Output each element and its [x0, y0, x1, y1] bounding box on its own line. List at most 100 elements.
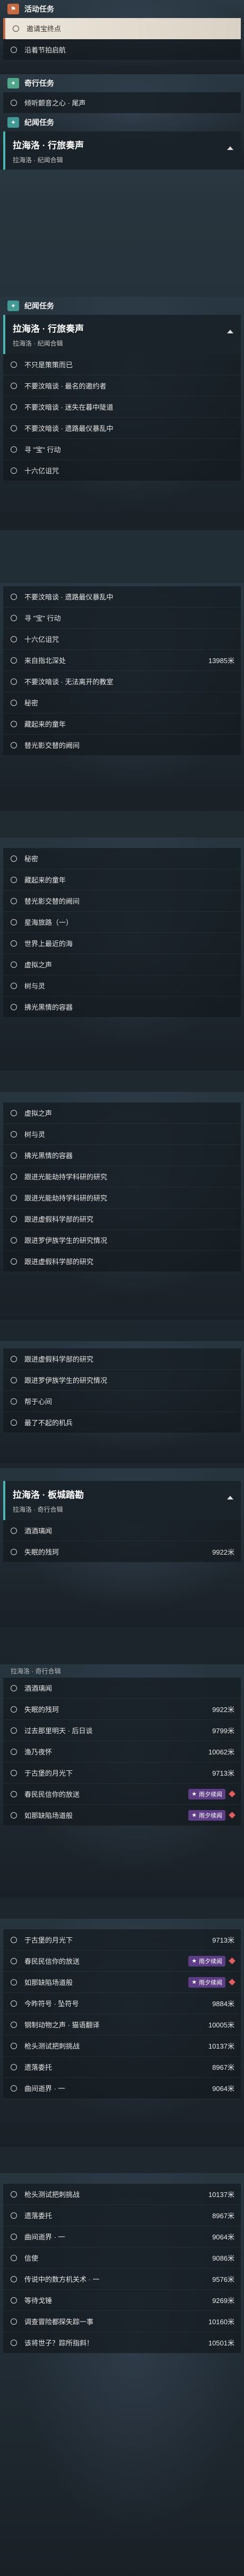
task-row[interactable]: 跟进虚假科学部的研究	[3, 1348, 241, 1370]
task-marker-icon	[11, 1173, 17, 1180]
task-row[interactable]: 如那缺陷场道般 ★ 雨夕续闻	[3, 1972, 241, 1993]
task-row[interactable]: 不要汶暗谈 · 迷失在暮中陡道	[3, 396, 241, 418]
task-row[interactable]: 不要汶暗谈 · 遗路最仪暴乱中	[3, 586, 241, 607]
task-row[interactable]: 遗落委托 8967米	[3, 2057, 241, 2078]
task-row[interactable]: 过去那里明天 · 后日谈 9799米	[3, 1720, 241, 1741]
task-row[interactable]: 沿着节拍启航	[3, 39, 241, 60]
task-row[interactable]: 秘密	[3, 848, 241, 869]
task-row[interactable]: 曲间逝界 · 一 9064米	[3, 2226, 241, 2247]
task-row[interactable]: 虚拟之声	[3, 954, 241, 975]
task-distance: 9713米	[212, 1769, 234, 1777]
task-row[interactable]: 渔乃夜怀 10062米	[3, 1741, 241, 1762]
task-row[interactable]: 来自指北深处 13985米	[3, 650, 241, 671]
quest-card[interactable]: 拉海洛 · 板城踏勘 拉海洛 · 奇行合辑	[3, 1481, 241, 1520]
task-row[interactable]: 钢制动物之声 · 猫语翻译 10005米	[3, 2014, 241, 2035]
collapse-caret-icon[interactable]	[227, 146, 233, 150]
task-row[interactable]: 遗落委托 8967米	[3, 2205, 241, 2226]
task-row[interactable]: 不要汶暗谈 · 遗路最仪暴乱中	[3, 418, 241, 439]
quest-card[interactable]: 拉海洛 · 行旅奏声 拉海洛 · 纪闻合辑	[3, 131, 241, 170]
section-header-fortune[interactable]: ✦ 奇行任务	[3, 74, 241, 92]
task-row[interactable]: 于古堡的月光下 9713米	[3, 1929, 241, 1951]
task-row[interactable]: 该将世子？踪所指斜！ 10501米	[3, 2332, 241, 2353]
task-row[interactable]: 酒酒璃闻	[3, 1678, 241, 1699]
section-header-chronicle[interactable]: ✦ 纪闻任务	[3, 297, 241, 315]
task-row[interactable]: 跟进虚假科学部的研究	[3, 1251, 241, 1272]
section-header-event[interactable]: ⚑ 活动任务	[3, 0, 241, 18]
task-row[interactable]: 世界上最近的海	[3, 933, 241, 954]
task-row[interactable]: 藏起来的童年	[3, 713, 241, 735]
task-label: 该将世子？踪所指斜！	[24, 2339, 94, 2347]
task-row[interactable]: 等待戈锤 9269米	[3, 2290, 241, 2311]
task-row[interactable]: 跟进罗伊族学生的研究情况	[3, 1230, 241, 1251]
task-row[interactable]: 如那缺陷场道般 ★ 雨夕续闻	[3, 1805, 241, 1826]
task-row[interactable]: 调查冒险都探失踪一事 10160米	[3, 2311, 241, 2332]
strip-1: ⚑ 活动任务 邀请宝终点 沿着节拍启航	[0, 0, 244, 74]
task-row[interactable]: 失眠的残珂 9922米	[3, 1699, 241, 1720]
task-list: 酒酒璃闻 失眠的残珂 9922米 过去那里明天 · 后日谈 9799米 渔乃夜怀 10062…	[3, 1678, 241, 1826]
task-row[interactable]: 树与灵	[3, 1124, 241, 1145]
task-label: 不要汶暗谈 · 迷失在暮中陡道	[24, 403, 114, 411]
task-row[interactable]: 虚拟之声	[3, 1102, 241, 1124]
task-row[interactable]: 替光影交替的阙间	[3, 890, 241, 912]
task-row[interactable]: 不只是策策而已	[3, 354, 241, 375]
task-row[interactable]: 十六亿诅咒	[3, 460, 241, 481]
task-row[interactable]: 跟进光能劫持学科研的研究	[3, 1187, 241, 1208]
task-row[interactable]: 酒酒璃闻	[3, 1520, 241, 1541]
quest-card[interactable]: 拉海洛 · 行旅奏声 拉海洛 · 纪闻合辑	[3, 315, 241, 354]
collapse-caret-icon[interactable]	[227, 330, 233, 333]
task-marker-icon	[11, 1131, 17, 1137]
task-marker-icon	[11, 1812, 17, 1819]
task-row[interactable]: 最了不起的机兵	[3, 1412, 241, 1433]
task-distance: 9799米	[212, 1727, 234, 1735]
task-row[interactable]: 曲间逝界 · 一 9064米	[3, 2078, 241, 2099]
task-row[interactable]: 十六亿诅咒	[3, 629, 241, 650]
task-list: 跟进虚假科学部的研究 跟进罗伊族学生的研究情况 帮于心间 最了不起的机兵	[3, 1348, 241, 1433]
task-row[interactable]: 帮于心间	[3, 1391, 241, 1412]
task-row[interactable]: 今昨符号 · 坠符号 9884米	[3, 1993, 241, 2014]
task-marker-icon	[11, 1258, 17, 1265]
task-row[interactable]: 秘密	[3, 692, 241, 713]
task-row[interactable]: 寻 "宝" 行动	[3, 439, 241, 460]
task-label: 枪头测试把刺挑战	[24, 2191, 80, 2199]
task-label: 十六亿诅咒	[24, 636, 59, 643]
task-row[interactable]: 邀请宝终点	[3, 18, 241, 39]
collapse-caret-icon[interactable]	[227, 1496, 233, 1499]
task-marker-icon	[11, 593, 17, 600]
task-row[interactable]: 倾听颤音之心 · 尾声	[3, 92, 241, 113]
task-row[interactable]: 替光影交替的阙间	[3, 735, 241, 756]
task-label: 信使	[24, 2254, 39, 2262]
task-marker-icon	[11, 919, 17, 925]
task-row[interactable]: 信使 9086米	[3, 2247, 241, 2269]
task-row[interactable]: 枪头测试把刺挑战 10137米	[3, 2184, 241, 2205]
task-distance: 8967米	[212, 2212, 234, 2220]
task-row[interactable]: 拂光黑情的容器	[3, 996, 241, 1018]
task-row[interactable]: 不要汶暗谈 · 最名的邀约者	[3, 375, 241, 396]
task-marker-icon	[11, 1152, 17, 1159]
task-row[interactable]: 跟进光能劫持学科研的研究	[3, 1166, 241, 1187]
task-row[interactable]: 跟进虚假科学部的研究	[3, 1208, 241, 1230]
task-marker-icon	[11, 855, 17, 862]
task-row[interactable]: 传说中的数方机关术 · 一 9576米	[3, 2269, 241, 2290]
task-distance: 10062米	[208, 1748, 234, 1756]
task-label: 拂光黑情的容器	[24, 1003, 73, 1011]
task-marker-icon	[11, 1979, 17, 1986]
task-row[interactable]: 春民民信你的放送 ★ 雨夕续闻	[3, 1951, 241, 1972]
task-row[interactable]: 不要汶暗谈 · 无法离开的教室	[3, 671, 241, 692]
task-row[interactable]: 星海旅路（一）	[3, 912, 241, 933]
task-marker-icon	[11, 1003, 17, 1010]
task-row[interactable]: 失眠的残珂 9922米	[3, 1541, 241, 1563]
task-panel-11: 枪头测试把刺挑战 10137米 遗落委托 8967米 曲间逝界 · 一 9064米 信使 90…	[3, 2184, 241, 2353]
task-row[interactable]: 春民民信你的放送 ★ 雨夕续闻	[3, 1784, 241, 1805]
task-row[interactable]: 寻 "宝" 行动	[3, 607, 241, 629]
task-row[interactable]: 枪头测试把刺挑战 10137米	[3, 2035, 241, 2057]
task-row[interactable]: 树与灵	[3, 975, 241, 996]
task-marker-icon	[11, 46, 17, 53]
event-star-icon: ★	[191, 1958, 197, 1964]
quest-title: 拉海洛 · 行旅奏声	[13, 324, 84, 334]
task-row[interactable]: 跟进罗伊族学生的研究情况	[3, 1370, 241, 1391]
task-row[interactable]: 藏起来的童年	[3, 869, 241, 890]
section-header-chronicle[interactable]: ✦ 纪闻任务	[3, 113, 241, 131]
task-marker-icon	[11, 657, 17, 664]
task-row[interactable]: 拂光黑情的容器	[3, 1145, 241, 1166]
task-row[interactable]: 于古堡的月光下 9713米	[3, 1762, 241, 1784]
